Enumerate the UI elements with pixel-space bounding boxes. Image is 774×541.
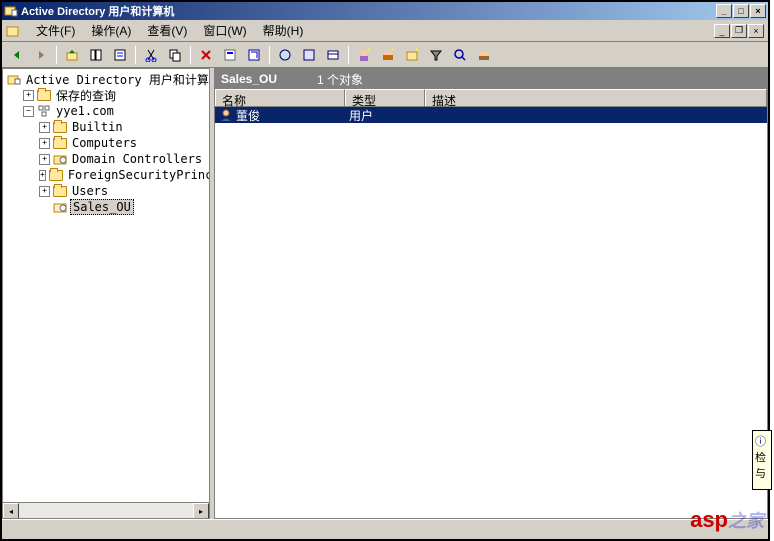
show-hide-button[interactable]	[85, 44, 107, 66]
domain-icon	[37, 104, 51, 118]
tool1-button[interactable]	[274, 44, 296, 66]
expander-icon[interactable]: +	[39, 186, 50, 197]
app-icon	[4, 4, 18, 18]
tree-users[interactable]: + Users	[5, 183, 207, 199]
expander-icon[interactable]: +	[39, 154, 50, 165]
tree-fsp[interactable]: + ForeignSecurityPrincipa	[5, 167, 207, 183]
svg-text:*: *	[415, 48, 418, 56]
expander-icon[interactable]: +	[39, 122, 50, 133]
statusbar	[2, 519, 768, 539]
folder-icon	[37, 88, 51, 102]
svg-text:*: *	[367, 48, 370, 56]
expander-icon[interactable]: +	[23, 90, 34, 101]
tree-domain-controllers[interactable]: + Domain Controllers	[5, 151, 207, 167]
back-button[interactable]	[6, 44, 28, 66]
ou-open-icon	[53, 200, 67, 214]
expander-icon[interactable]: +	[39, 170, 46, 181]
menu-action[interactable]: 操作(A)	[83, 20, 139, 41]
menu-window[interactable]: 窗口(W)	[195, 20, 254, 41]
close-button[interactable]: ×	[750, 4, 766, 18]
folder-icon	[53, 136, 67, 150]
newou-button[interactable]: *	[401, 44, 423, 66]
row-name: 董俊	[236, 107, 260, 124]
user-icon	[219, 108, 233, 122]
up-button[interactable]	[61, 44, 83, 66]
mdi-restore-button[interactable]: ❐	[731, 24, 747, 38]
menu-help[interactable]: 帮助(H)	[255, 20, 312, 41]
mdi-minimize-button[interactable]: _	[714, 24, 730, 38]
mdi-icon	[6, 23, 22, 39]
ou-icon	[53, 152, 67, 166]
delete-button[interactable]	[195, 44, 217, 66]
col-type[interactable]: 类型	[345, 89, 425, 106]
tree-builtin[interactable]: + Builtin	[5, 119, 207, 135]
mdi-close-button[interactable]: ×	[748, 24, 764, 38]
svg-text:*: *	[391, 48, 394, 56]
tree-computers[interactable]: + Computers	[5, 135, 207, 151]
newuser-button[interactable]: *	[353, 44, 375, 66]
expander-icon[interactable]: +	[39, 138, 50, 149]
col-desc[interactable]: 描述	[425, 89, 767, 106]
tool2-button[interactable]	[298, 44, 320, 66]
maximize-button[interactable]: □	[733, 4, 749, 18]
scroll-left-button[interactable]: ◂	[3, 503, 19, 519]
copy-button[interactable]	[164, 44, 186, 66]
row-type: 用户	[345, 107, 425, 124]
list-body[interactable]: 董俊 用户	[215, 107, 767, 518]
scroll-right-button[interactable]: ▸	[193, 503, 209, 519]
list-columns: 名称 类型 描述	[215, 89, 767, 107]
find-button[interactable]	[449, 44, 471, 66]
scroll-track[interactable]	[19, 503, 193, 518]
info-panel-fragment: ⓘ 检 与	[752, 430, 772, 490]
newgroup-button[interactable]: *	[377, 44, 399, 66]
toolbar: * * *	[2, 42, 768, 68]
list-row[interactable]: 董俊 用户	[215, 107, 767, 123]
expander-icon[interactable]: −	[23, 106, 34, 117]
refresh-button[interactable]	[243, 44, 265, 66]
minimize-button[interactable]: _	[716, 4, 732, 18]
ad-root-icon	[7, 72, 21, 86]
menubar: 文件(F) 操作(A) 查看(V) 窗口(W) 帮助(H) _ ❐ ×	[2, 20, 768, 42]
tree-root[interactable]: Active Directory 用户和计算机	[5, 71, 207, 87]
folder-icon	[49, 168, 63, 182]
folder-icon	[53, 184, 67, 198]
cut-button[interactable]	[140, 44, 162, 66]
properties-button[interactable]	[109, 44, 131, 66]
col-name[interactable]: 名称	[215, 89, 345, 106]
filter-button[interactable]	[425, 44, 447, 66]
tree-sales-ou[interactable]: Sales_OU	[5, 199, 207, 215]
list-header-count: 1 个对象	[317, 71, 363, 88]
tool3-button[interactable]	[322, 44, 344, 66]
list-header: Sales_OU 1 个对象	[215, 69, 767, 89]
tree-panel[interactable]: Active Directory 用户和计算机 + 保存的查询 − yye1.c…	[2, 68, 210, 519]
forward-button[interactable]	[30, 44, 52, 66]
addtogroup-button[interactable]	[473, 44, 495, 66]
properties2-button[interactable]	[219, 44, 241, 66]
menu-view[interactable]: 查看(V)	[139, 20, 195, 41]
list-panel: Sales_OU 1 个对象 名称 类型 描述 董俊 用户	[214, 68, 768, 519]
window-title: Active Directory 用户和计算机	[21, 3, 716, 19]
tree-scrollbar[interactable]: ◂ ▸	[3, 502, 209, 518]
titlebar: Active Directory 用户和计算机 _ □ ×	[2, 2, 768, 20]
tree-domain[interactable]: − yye1.com	[5, 103, 207, 119]
tree-saved-queries[interactable]: + 保存的查询	[5, 87, 207, 103]
menu-file[interactable]: 文件(F)	[28, 20, 83, 41]
folder-icon	[53, 120, 67, 134]
list-header-title: Sales_OU	[221, 72, 277, 86]
